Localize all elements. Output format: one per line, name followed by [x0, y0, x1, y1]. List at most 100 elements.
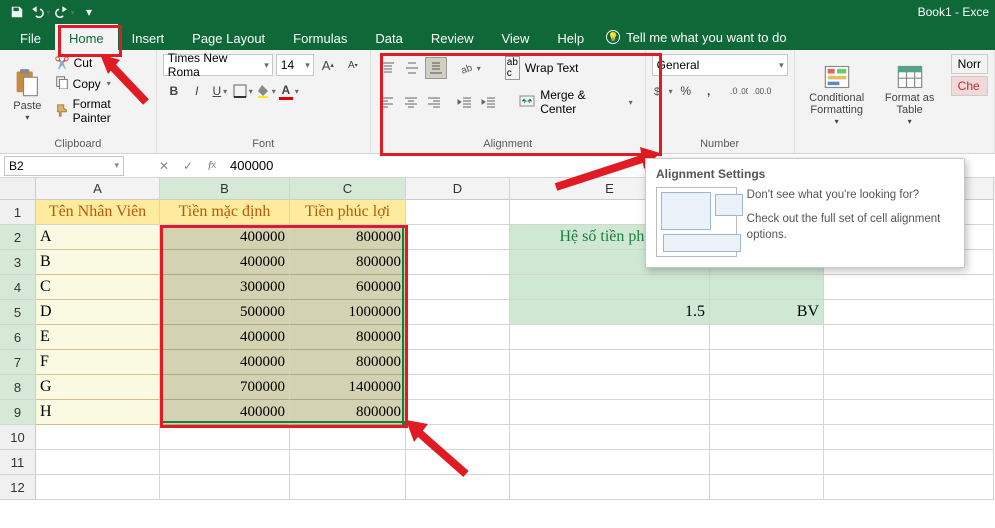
- comma-format-icon[interactable]: ,: [698, 80, 720, 102]
- bold-button[interactable]: B: [163, 80, 185, 102]
- cell[interactable]: [36, 475, 160, 500]
- cell[interactable]: [824, 400, 994, 425]
- tab-data[interactable]: Data: [361, 24, 416, 50]
- conditional-formatting-button[interactable]: Conditional Formatting▾: [801, 54, 873, 137]
- cell[interactable]: [510, 325, 710, 350]
- tab-formulas[interactable]: Formulas: [279, 24, 361, 50]
- cell[interactable]: [406, 375, 510, 400]
- fx-icon[interactable]: fx: [200, 156, 224, 176]
- tell-me[interactable]: 💡 Tell me what you want to do: [606, 24, 786, 50]
- cell[interactable]: [406, 400, 510, 425]
- cell[interactable]: B: [36, 250, 160, 275]
- fill-color-button[interactable]: [255, 80, 277, 102]
- redo-icon[interactable]: [54, 2, 76, 22]
- cell[interactable]: [36, 425, 160, 450]
- cut-button[interactable]: ✂️ Cut: [53, 54, 150, 72]
- enter-icon[interactable]: ✓: [176, 156, 200, 176]
- align-middle-icon[interactable]: [401, 57, 423, 79]
- cell[interactable]: [406, 425, 510, 450]
- copy-button[interactable]: Copy: [53, 73, 150, 94]
- column-header-B[interactable]: B: [160, 178, 290, 200]
- cell[interactable]: 1400000: [290, 375, 406, 400]
- cell[interactable]: [824, 300, 994, 325]
- align-top-icon[interactable]: [377, 57, 399, 79]
- qat-customize-icon[interactable]: ▾: [78, 2, 100, 22]
- cell[interactable]: 800000: [290, 350, 406, 375]
- cell[interactable]: [160, 475, 290, 500]
- cell[interactable]: [510, 275, 710, 300]
- format-painter-button[interactable]: Format Painter: [53, 95, 150, 127]
- tab-help[interactable]: Help: [543, 24, 598, 50]
- cell[interactable]: E: [36, 325, 160, 350]
- row-header-7[interactable]: 7: [0, 350, 36, 375]
- tab-page-layout[interactable]: Page Layout: [178, 24, 279, 50]
- cell[interactable]: [824, 275, 994, 300]
- cell-style-normal[interactable]: Norr: [951, 54, 988, 74]
- cell[interactable]: 400000: [160, 325, 290, 350]
- cell[interactable]: [510, 375, 710, 400]
- cell[interactable]: 800000: [290, 325, 406, 350]
- increase-indent-icon[interactable]: [478, 91, 499, 113]
- cell[interactable]: [510, 425, 710, 450]
- cell[interactable]: [406, 300, 510, 325]
- cell[interactable]: [510, 450, 710, 475]
- border-button[interactable]: [232, 80, 254, 102]
- selection-handle[interactable]: [402, 421, 408, 427]
- save-icon[interactable]: [6, 2, 28, 22]
- decrease-indent-icon[interactable]: [455, 91, 476, 113]
- cell[interactable]: G: [36, 375, 160, 400]
- cell[interactable]: 400000: [160, 225, 290, 250]
- cell[interactable]: [824, 450, 994, 475]
- cell[interactable]: [824, 375, 994, 400]
- row-header-10[interactable]: 10: [0, 425, 36, 450]
- column-header-A[interactable]: A: [36, 178, 160, 200]
- cell[interactable]: [710, 275, 824, 300]
- tab-review[interactable]: Review: [417, 24, 488, 50]
- cell[interactable]: [36, 450, 160, 475]
- cell[interactable]: [710, 425, 824, 450]
- cell[interactable]: 700000: [160, 375, 290, 400]
- cell[interactable]: F: [36, 350, 160, 375]
- row-header-2[interactable]: 2: [0, 225, 36, 250]
- cell[interactable]: [510, 475, 710, 500]
- cell[interactable]: [824, 475, 994, 500]
- cell[interactable]: [710, 375, 824, 400]
- cell[interactable]: [406, 225, 510, 250]
- cell[interactable]: 300000: [160, 275, 290, 300]
- row-header-5[interactable]: 5: [0, 300, 36, 325]
- row-header-9[interactable]: 9: [0, 400, 36, 425]
- cell[interactable]: [406, 275, 510, 300]
- cell[interactable]: 400000: [160, 400, 290, 425]
- row-header-12[interactable]: 12: [0, 475, 36, 500]
- wrap-text-button[interactable]: abc Wrap Text: [499, 54, 585, 82]
- cell[interactable]: 400000: [160, 350, 290, 375]
- format-as-table-button[interactable]: Format as Table▾: [879, 54, 941, 137]
- cell[interactable]: 400000: [160, 250, 290, 275]
- cell[interactable]: Tiền phúc lợi: [290, 200, 406, 225]
- select-all-corner[interactable]: [0, 178, 36, 200]
- grow-font-icon[interactable]: A▴: [317, 54, 339, 76]
- cell[interactable]: [824, 425, 994, 450]
- cell[interactable]: [510, 350, 710, 375]
- row-header-1[interactable]: 1: [0, 200, 36, 225]
- name-box-input[interactable]: [5, 159, 85, 173]
- align-center-icon[interactable]: [400, 91, 421, 113]
- cell[interactable]: H: [36, 400, 160, 425]
- cell[interactable]: [406, 200, 510, 225]
- cell-style-check[interactable]: Che: [951, 76, 988, 96]
- cell[interactable]: 1000000: [290, 300, 406, 325]
- column-header-D[interactable]: D: [406, 178, 510, 200]
- row-header-6[interactable]: 6: [0, 325, 36, 350]
- italic-button[interactable]: I: [186, 80, 208, 102]
- font-color-button[interactable]: A: [278, 80, 300, 102]
- paste-button[interactable]: Paste ▾: [6, 54, 49, 137]
- cell[interactable]: [710, 450, 824, 475]
- cell[interactable]: C: [36, 275, 160, 300]
- row-header-8[interactable]: 8: [0, 375, 36, 400]
- cell[interactable]: [406, 250, 510, 275]
- cell[interactable]: [406, 350, 510, 375]
- cell[interactable]: A: [36, 225, 160, 250]
- percent-format-icon[interactable]: %: [675, 80, 697, 102]
- name-box[interactable]: ▾: [4, 156, 124, 176]
- cancel-icon[interactable]: ✕: [152, 156, 176, 176]
